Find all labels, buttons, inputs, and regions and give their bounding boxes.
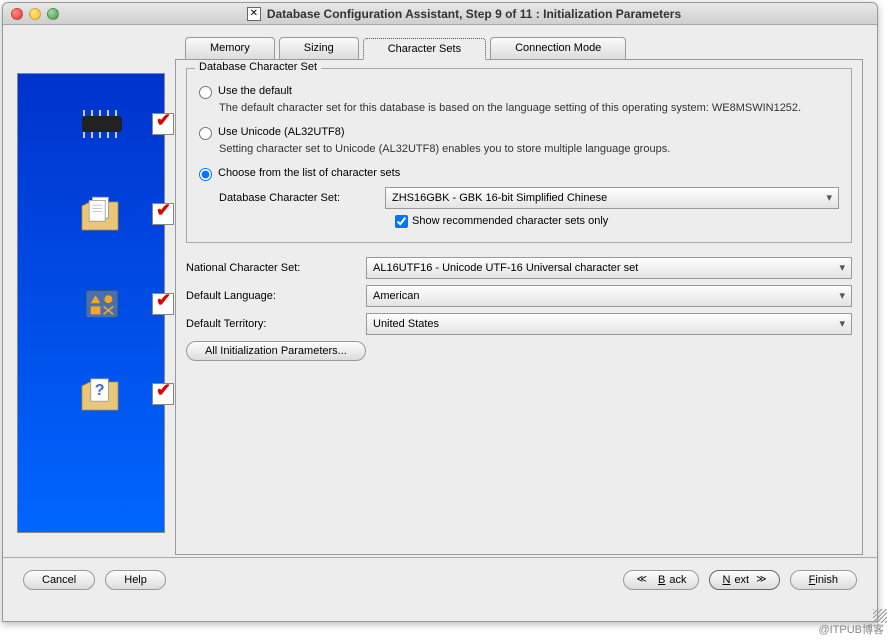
step-check-icon (152, 113, 174, 135)
folder-question-icon: ? (72, 374, 132, 414)
default-language-label: Default Language: (186, 290, 356, 302)
wizard-footer: Cancel Help ≪ Back Next ≫ Finish (3, 557, 877, 601)
zoom-icon[interactable] (47, 8, 59, 20)
back-button[interactable]: ≪ Back (623, 570, 699, 590)
finish-button[interactable]: Finish (790, 570, 857, 590)
unicode-desc: Setting character set to Unicode (AL32UT… (219, 142, 839, 157)
show-recommended-checkbox[interactable] (395, 215, 408, 228)
window-controls (11, 8, 59, 20)
chevron-right-icon: ≫ (756, 574, 766, 585)
minimize-icon[interactable] (29, 8, 41, 20)
tab-bar: Memory Sizing Character Sets Connection … (185, 37, 863, 59)
window-title: Database Configuration Assistant, Step 9… (267, 7, 681, 21)
step-check-icon (152, 203, 174, 225)
radio-choose-list[interactable] (199, 168, 212, 181)
db-charset-fieldset: Database Character Set Use the default T… (186, 68, 852, 243)
tab-content: Database Character Set Use the default T… (175, 59, 863, 555)
tab-memory[interactable]: Memory (185, 37, 275, 59)
svg-text:?: ? (95, 382, 105, 399)
national-charset-select[interactable]: AL16UTF16 - Unicode UTF-16 Universal cha… (366, 257, 852, 279)
help-button[interactable]: Help (105, 570, 166, 590)
watermark: @ITPUB博客 (818, 621, 884, 637)
next-button[interactable]: Next ≫ (709, 570, 779, 590)
default-territory-label: Default Territory: (186, 318, 356, 330)
default-territory-select[interactable]: United States (366, 313, 852, 335)
radio-use-default[interactable] (199, 86, 212, 99)
radio-use-default-label: Use the default (218, 85, 292, 97)
radio-choose-list-label: Choose from the list of character sets (218, 167, 400, 179)
db-charset-label: Database Character Set: (219, 192, 375, 204)
app-icon: ✕ (247, 7, 261, 21)
dbca-window: ✕ Database Configuration Assistant, Step… (2, 2, 878, 622)
all-init-params-button[interactable]: All Initialization Parameters... (186, 341, 366, 361)
tab-character-sets[interactable]: Character Sets (363, 38, 486, 60)
radio-use-unicode-label: Use Unicode (AL32UTF8) (218, 126, 345, 138)
show-recommended-label: Show recommended character sets only (412, 215, 608, 227)
step-check-icon (152, 293, 174, 315)
wizard-sidebar: ? (17, 73, 165, 533)
tab-connection-mode[interactable]: Connection Mode (490, 37, 626, 59)
folder-docs-icon (72, 194, 132, 234)
national-charset-label: National Character Set: (186, 262, 356, 274)
close-icon[interactable] (11, 8, 23, 20)
default-language-select[interactable]: American (366, 285, 852, 307)
db-charset-select[interactable]: ZHS16GBK - GBK 16-bit Simplified Chinese (385, 187, 839, 209)
cancel-button[interactable]: Cancel (23, 570, 95, 590)
step-check-icon (152, 383, 174, 405)
titlebar: ✕ Database Configuration Assistant, Step… (3, 3, 877, 25)
memory-chip-icon (72, 104, 132, 144)
fieldset-legend: Database Character Set (195, 61, 321, 73)
default-desc: The default character set for this datab… (219, 101, 839, 116)
tab-sizing[interactable]: Sizing (279, 37, 359, 59)
radio-use-unicode[interactable] (199, 127, 212, 140)
options-block-icon (72, 284, 132, 324)
chevron-left-icon: ≪ (636, 574, 646, 585)
